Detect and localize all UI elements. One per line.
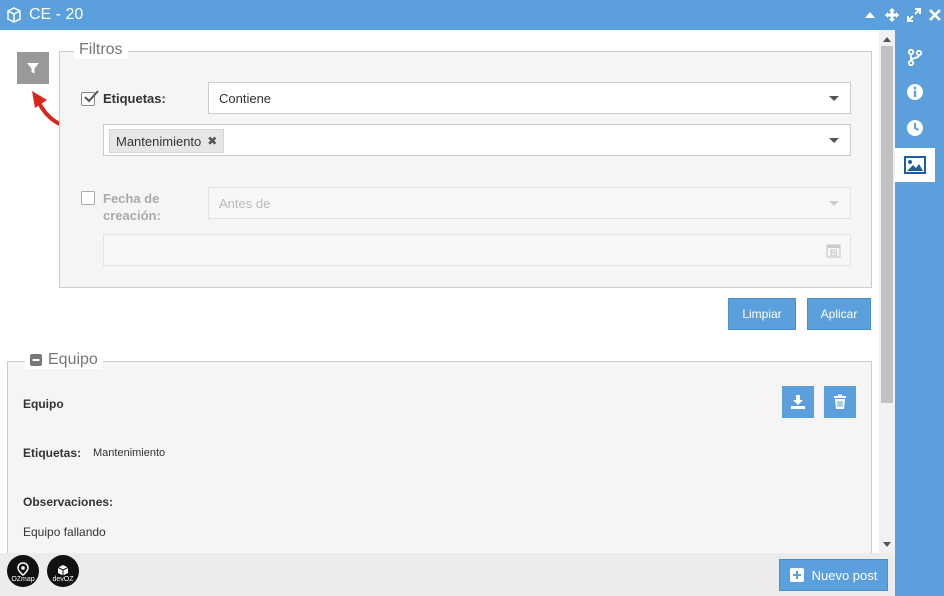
clear-filters-button[interactable]: Limpiar — [728, 298, 796, 330]
post-tags-value: Mantenimiento — [93, 447, 166, 459]
date-filter-checkbox[interactable] — [81, 191, 95, 205]
post-panel: Equipo Equipo Etiquetas: Mantenimiento O… — [7, 351, 872, 553]
plus-icon — [789, 568, 804, 582]
date-operator-value: Antes de — [219, 196, 271, 211]
post-tags-label: Etiquetas: — [23, 446, 82, 460]
filter-toggle-button[interactable] — [17, 52, 49, 84]
tags-filter-label: Etiquetas: — [103, 91, 166, 106]
funnel-icon — [27, 63, 39, 74]
date-operator-select: Antes de — [208, 187, 851, 219]
chevron-down-icon — [829, 138, 839, 143]
image-icon — [904, 156, 926, 174]
new-post-button[interactable]: Nuevo post — [779, 559, 888, 591]
post-notes-value: Equipo fallando — [23, 525, 106, 539]
branch-icon — [907, 48, 923, 66]
tags-operator-select[interactable]: Contiene — [208, 82, 851, 114]
chevron-down-icon — [829, 201, 839, 206]
footer-bar: OZmap devOZ Nuevo post — [0, 553, 895, 596]
filters-legend: Filtros — [74, 41, 128, 59]
post-legend[interactable]: Equipo — [25, 351, 103, 369]
sidebar-history-button[interactable] — [895, 112, 935, 144]
devoz-logo[interactable]: devOZ — [47, 555, 79, 587]
scroll-down-icon[interactable] — [879, 537, 895, 551]
content-scrollbar[interactable] — [879, 30, 895, 553]
delete-button[interactable] — [824, 386, 856, 418]
tags-operator-value: Contiene — [219, 91, 272, 106]
calendar-icon — [826, 244, 841, 258]
chevron-down-icon — [829, 96, 839, 101]
download-icon — [791, 395, 805, 409]
ozmap-logo[interactable]: OZmap — [7, 555, 39, 587]
devoz-logo-text: devOZ — [52, 576, 74, 583]
post-legend-label: Equipo — [48, 351, 98, 368]
map-pin-icon — [17, 562, 29, 576]
main-content: Filtros Etiquetas: Contiene Mantenimient… — [0, 30, 895, 553]
download-button[interactable] — [782, 386, 814, 418]
check-icon — [84, 90, 99, 103]
ozmap-logo-text: OZmap — [11, 576, 35, 583]
new-post-label: Nuevo post — [811, 567, 878, 583]
remove-tag-icon[interactable]: ✖ — [207, 134, 217, 148]
date-filter-label-line2: creación: — [103, 208, 161, 223]
close-icon[interactable] — [927, 7, 943, 23]
cube-icon — [7, 7, 21, 23]
tag-chip-label: Mantenimiento — [116, 133, 202, 149]
sidebar-info-button[interactable] — [895, 76, 935, 108]
apply-filters-button[interactable]: Aplicar — [807, 298, 871, 330]
box-icon — [57, 565, 69, 576]
trash-icon — [834, 394, 846, 409]
post-title: Equipo — [23, 397, 64, 411]
window-titlebar: CE - 20 — [0, 0, 944, 30]
minimize-icon[interactable] — [862, 7, 878, 23]
tag-chip: Mantenimiento ✖ — [109, 129, 225, 153]
collapse-icon — [30, 354, 42, 366]
scroll-up-icon[interactable] — [879, 32, 895, 46]
window-title: CE - 20 — [29, 6, 84, 23]
scrollbar-thumb[interactable] — [881, 46, 893, 403]
expand-icon[interactable] — [906, 7, 922, 23]
sidebar-branch-button[interactable] — [895, 41, 935, 73]
tags-value-select[interactable]: Mantenimiento ✖ — [103, 124, 851, 156]
filters-panel: Filtros Etiquetas: Contiene Mantenimient… — [59, 41, 872, 288]
info-icon — [907, 84, 923, 100]
sidebar-image-button[interactable] — [895, 148, 935, 182]
clock-icon — [907, 120, 923, 136]
right-sidebar — [895, 30, 944, 596]
date-filter-label-line1: Fecha de — [103, 191, 160, 206]
tags-filter-checkbox[interactable] — [81, 90, 99, 106]
move-icon[interactable] — [884, 7, 900, 23]
post-notes-label: Observaciones: — [23, 495, 114, 509]
date-value-input — [103, 234, 851, 266]
